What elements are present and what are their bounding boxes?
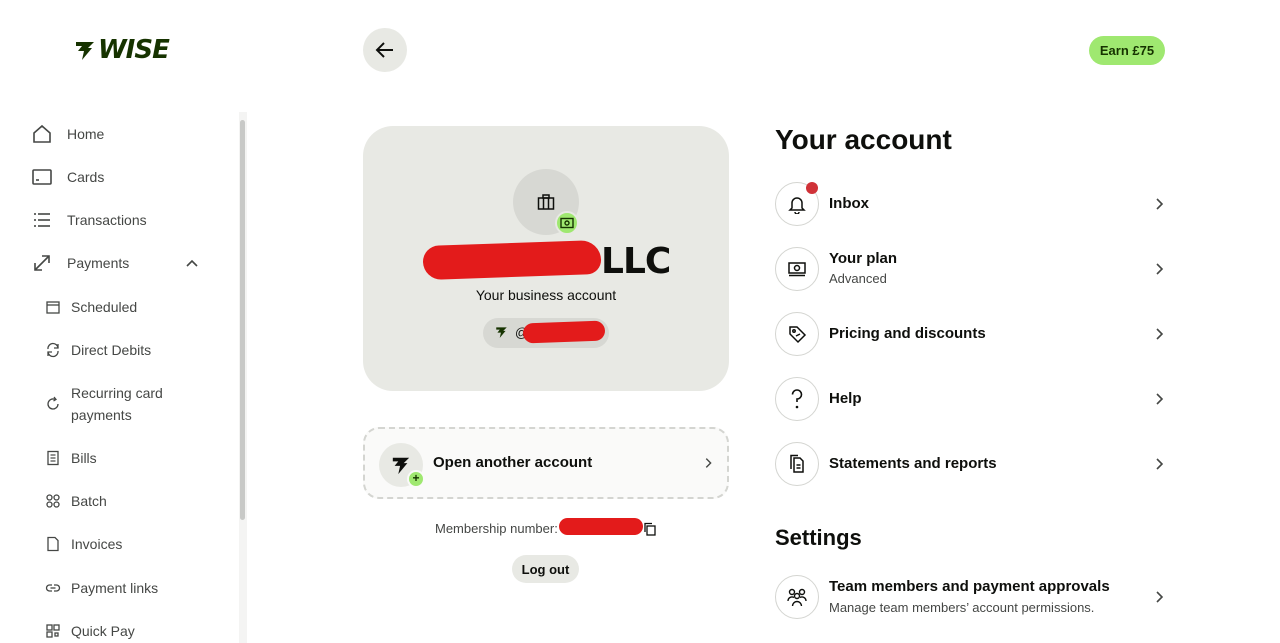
sidebar: Home Cards Transactions Payments Schedul… bbox=[0, 112, 240, 643]
arrow-left-icon bbox=[375, 42, 393, 58]
sidebar-item-label: Home bbox=[67, 126, 105, 142]
sidebar-item-label-line1: Recurring card bbox=[71, 385, 163, 401]
redaction-mark bbox=[522, 320, 606, 344]
sidebar-item-scheduled[interactable]: Scheduled bbox=[0, 297, 240, 317]
batch-icon bbox=[44, 492, 62, 510]
documents-icon bbox=[775, 442, 819, 486]
logout-button[interactable]: Log out bbox=[512, 555, 579, 583]
recurring-icon bbox=[44, 395, 62, 413]
account-row-help[interactable]: Help bbox=[775, 377, 1167, 421]
sidebar-item-transactions[interactable]: Transactions bbox=[0, 210, 240, 230]
account-row-statements[interactable]: Statements and reports bbox=[775, 442, 1167, 486]
payments-icon bbox=[32, 253, 52, 273]
chevron-right-icon bbox=[1156, 458, 1164, 470]
membership-number-label: Membership number: bbox=[435, 521, 558, 536]
open-another-account-button[interactable]: + Open another account bbox=[363, 427, 729, 499]
sidebar-scrollbar[interactable] bbox=[239, 112, 247, 643]
business-name-suffix: LLC bbox=[601, 241, 671, 282]
chevron-up-icon[interactable] bbox=[184, 255, 200, 271]
business-name: LLC bbox=[422, 239, 673, 282]
account-row-title: Help bbox=[829, 390, 862, 407]
redaction-mark bbox=[559, 518, 643, 535]
settings-row-subtitle: Manage team members’ account permissions… bbox=[829, 600, 1095, 615]
briefcase-icon bbox=[537, 194, 555, 210]
plus-icon: + bbox=[407, 470, 425, 488]
wisetag-pill[interactable]: @ bbox=[483, 318, 609, 348]
sidebar-item-label: Direct Debits bbox=[71, 342, 152, 358]
account-row-your-plan[interactable]: Your plan Advanced bbox=[775, 247, 1167, 291]
open-another-account-label: Open another account bbox=[433, 454, 593, 471]
account-row-title: Inbox bbox=[829, 195, 869, 212]
refresh-icon bbox=[44, 341, 62, 359]
profile-card: LLC Your business account @ bbox=[363, 126, 729, 391]
card-icon bbox=[32, 167, 52, 187]
chevron-right-icon bbox=[1156, 591, 1164, 603]
chevron-right-icon bbox=[1156, 393, 1164, 405]
sidebar-item-cards[interactable]: Cards bbox=[0, 167, 240, 187]
list-icon bbox=[32, 210, 52, 230]
redaction-mark bbox=[422, 239, 602, 281]
settings-row-title: Team members and payment approvals bbox=[829, 578, 1110, 595]
sidebar-item-batch[interactable]: Batch bbox=[0, 491, 240, 511]
bill-icon bbox=[44, 449, 62, 467]
copy-icon[interactable] bbox=[643, 522, 657, 536]
sidebar-item-label: Payments bbox=[67, 255, 130, 271]
cash-icon bbox=[560, 217, 574, 229]
back-button[interactable] bbox=[363, 28, 407, 72]
chevron-right-icon bbox=[1156, 198, 1164, 210]
scrollbar-thumb[interactable] bbox=[240, 120, 245, 520]
sidebar-item-label: Batch bbox=[71, 493, 107, 509]
calendar-icon bbox=[44, 298, 62, 316]
sidebar-item-direct-debits[interactable]: Direct Debits bbox=[0, 340, 240, 360]
account-row-pricing[interactable]: Pricing and discounts bbox=[775, 312, 1167, 356]
sidebar-item-label: Invoices bbox=[71, 536, 123, 552]
team-icon bbox=[775, 575, 819, 619]
home-icon bbox=[32, 124, 52, 144]
sidebar-item-label: Bills bbox=[71, 450, 97, 466]
link-icon bbox=[44, 579, 62, 597]
your-account-heading: Your account bbox=[775, 124, 952, 155]
plan-badge bbox=[555, 211, 579, 235]
account-row-title: Pricing and discounts bbox=[829, 325, 986, 342]
notification-dot bbox=[806, 182, 818, 194]
qr-icon bbox=[44, 622, 62, 640]
sidebar-item-payment-links[interactable]: Payment links bbox=[0, 578, 240, 598]
business-account-label: Your business account bbox=[475, 287, 617, 303]
sidebar-item-label: Cards bbox=[67, 169, 105, 185]
sidebar-item-label: Transactions bbox=[67, 212, 147, 228]
tag-icon bbox=[775, 312, 819, 356]
wise-wordmark: WISE bbox=[98, 35, 170, 65]
account-row-title: Statements and reports bbox=[829, 455, 997, 472]
wise-logo[interactable]: WISE bbox=[74, 35, 170, 65]
account-row-subtitle: Advanced bbox=[829, 271, 887, 286]
sidebar-item-label: Recurring card payments bbox=[71, 382, 163, 426]
sidebar-item-label-line2: payments bbox=[71, 407, 132, 423]
sidebar-item-quick-pay[interactable]: Quick Pay bbox=[0, 621, 240, 641]
wise-flag-icon bbox=[496, 327, 507, 338]
sidebar-item-bills[interactable]: Bills bbox=[0, 448, 240, 468]
sidebar-item-home[interactable]: Home bbox=[0, 124, 240, 144]
sidebar-item-label: Scheduled bbox=[71, 299, 138, 315]
earn-referral-button[interactable]: Earn £75 bbox=[1089, 36, 1165, 65]
sidebar-item-invoices[interactable]: Invoices bbox=[0, 534, 240, 554]
chevron-right-icon bbox=[1156, 263, 1164, 275]
settings-row-team-members[interactable]: Team members and payment approvals Manag… bbox=[775, 575, 1167, 619]
sidebar-item-label: Quick Pay bbox=[71, 623, 135, 639]
settings-heading: Settings bbox=[775, 525, 862, 550]
chevron-right-icon bbox=[1156, 328, 1164, 340]
chevron-right-icon bbox=[705, 458, 712, 468]
account-row-title: Your plan bbox=[829, 250, 898, 267]
account-row-inbox[interactable]: Inbox bbox=[775, 182, 1167, 226]
sidebar-item-label: Payment links bbox=[71, 580, 159, 596]
sidebar-item-recurring-card-payments[interactable]: Recurring card payments bbox=[0, 382, 240, 426]
plan-icon bbox=[775, 247, 819, 291]
wise-flag-icon bbox=[76, 42, 94, 60]
help-icon bbox=[775, 377, 819, 421]
sidebar-item-payments[interactable]: Payments bbox=[0, 253, 240, 273]
invoice-icon bbox=[44, 535, 62, 553]
